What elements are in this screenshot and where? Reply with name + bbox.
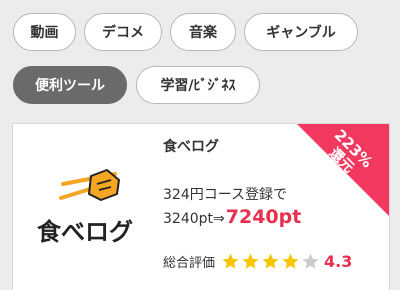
offer-description: 324円コース登録で [163,187,288,203]
offer-points: 3240pt⇒ 7240pt [163,206,301,228]
rating-stars [221,252,321,271]
category-tab-video[interactable]: 動画 [13,13,76,51]
rating-label: 総合評価 [163,256,216,271]
tabelog-logo: 食べログ [31,154,141,254]
star-empty-icon [302,253,319,269]
category-tab-music[interactable]: 音楽 [170,13,236,51]
star-filled-icon [262,253,279,269]
category-tab-tools[interactable]: 便利ツール [13,66,127,104]
rating: 総合評価 4.3 [163,252,352,271]
rating-value: 4.3 [324,252,353,271]
category-tab-gambling[interactable]: ギャンブル [244,13,358,51]
star-filled-icon [282,253,299,269]
star-filled-icon [222,253,239,269]
points-total: 7240pt [225,206,302,228]
category-tab-study-business[interactable]: 学習/ﾋﾞｼﾞﾈｽ [136,66,260,104]
svg-text:食べログ: 食べログ [37,218,133,246]
star-filled-icon [242,253,259,269]
points-base: 3240pt⇒ [163,211,225,227]
offer-card[interactable]: 223% 還元 食べログ 食べログ 324円コース登録で 3240pt⇒ 724… [12,123,390,290]
category-tab-decome[interactable]: デコメ [84,13,162,51]
shop-name: 食べログ [163,139,219,155]
